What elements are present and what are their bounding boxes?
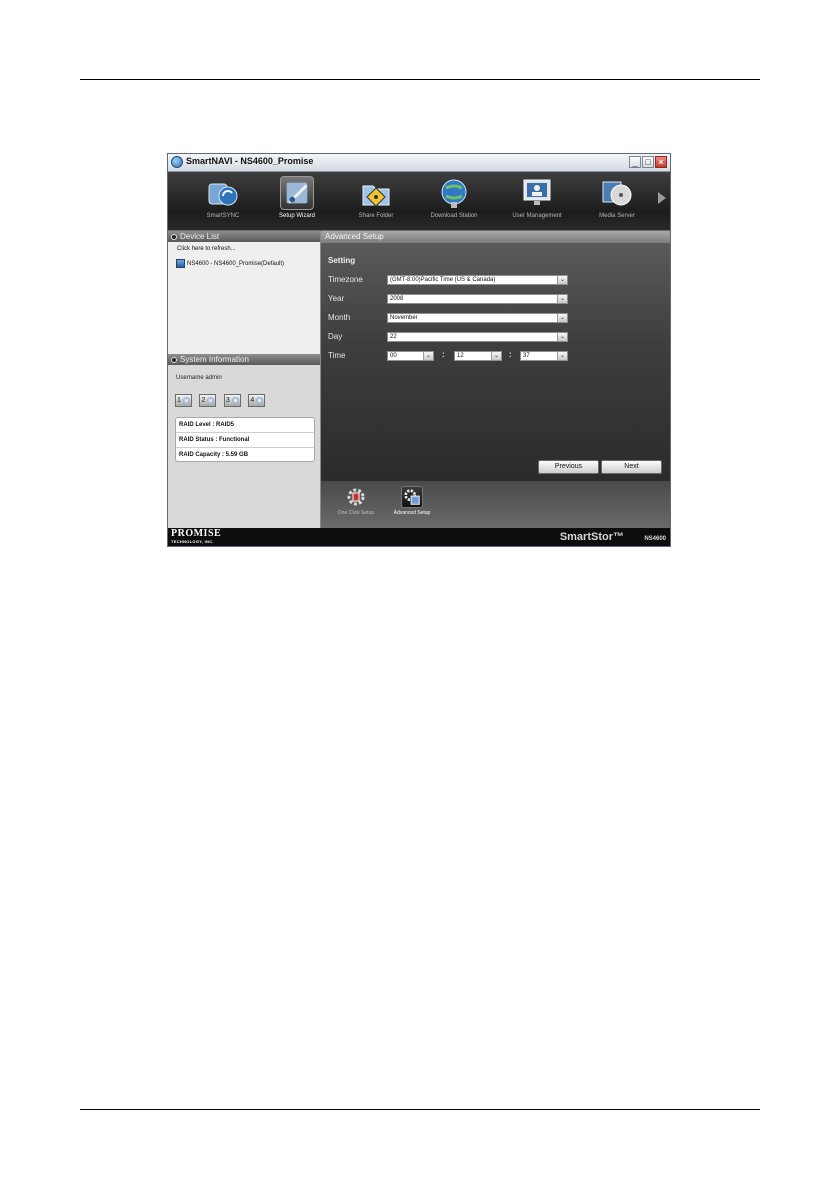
product-name: SmartStor™	[559, 531, 624, 543]
chevron-down-icon[interactable]: ⌄	[491, 352, 501, 360]
maximize-button[interactable]: □	[642, 156, 654, 168]
smartnavi-window: SmartNAVI - NS4600_Promise _ □ × SmartSY…	[167, 153, 671, 547]
app-logo-icon	[171, 156, 183, 168]
disk-status-group: 1 2 3 4	[175, 389, 268, 407]
refresh-link[interactable]: Click here to refresh...	[177, 246, 236, 252]
disk-2-icon: 2	[199, 394, 217, 407]
month-label: Month	[328, 313, 351, 322]
model-name: NS4600	[644, 536, 666, 542]
footer-bar: PROMISE TECHNOLOGY, INC. SmartStor™ NS46…	[168, 528, 670, 546]
toolbar-label: Download Station	[430, 213, 478, 219]
tab-label: Advanced Setup	[393, 510, 431, 516]
chevron-down-icon[interactable]: ⌄	[557, 333, 567, 341]
time-separator: :	[509, 350, 512, 359]
year-label: Year	[328, 294, 345, 303]
promise-logo-subtitle: TECHNOLOGY, INC.	[171, 539, 214, 544]
timezone-label: Timezone	[328, 275, 363, 284]
chevron-down-icon[interactable]: ⌄	[423, 352, 433, 360]
close-button[interactable]: ×	[655, 156, 667, 168]
timezone-select[interactable]: (GMT-8:00)Pacific Time (US & Canada) ⌄	[387, 275, 568, 285]
previous-button[interactable]: Previous	[538, 460, 599, 474]
system-info-panel: Username admin 1 2 3 4 RAID Level : RAID…	[168, 365, 320, 528]
setup-mode-tabs: One Click Setup Advanced Setup	[321, 481, 670, 528]
window-title: SmartNAVI - NS4600_Promise	[186, 156, 314, 166]
raid-level: RAID Level : RAID5	[176, 418, 314, 433]
tab-label: One Click Setup	[337, 510, 375, 516]
chevron-down-icon[interactable]: ⌄	[557, 352, 567, 360]
disk-1-icon: 1	[175, 394, 192, 407]
raid-info-box: RAID Level : RAID5 RAID Status : Functio…	[175, 417, 315, 462]
user-monitor-icon	[523, 179, 551, 205]
toolbar-label: User Management	[512, 213, 562, 219]
toolbar-label: Media Server	[599, 213, 635, 219]
chevron-down-icon[interactable]: ⌄	[557, 295, 567, 303]
chevron-down-icon[interactable]: ⌄	[557, 314, 567, 322]
collapse-icon	[171, 357, 177, 363]
page-footer-rule	[80, 1109, 760, 1110]
left-panel: Device List Click here to refresh... NS4…	[168, 231, 321, 528]
advanced-setup-panel: Advanced Setup Setting Timezone (GMT-8:0…	[321, 231, 670, 481]
toolbar-download-station[interactable]: Download Station	[417, 172, 491, 230]
minute-select[interactable]: 12 ⌄	[454, 351, 502, 361]
title-bar[interactable]: SmartNAVI - NS4600_Promise _ □ ×	[168, 154, 670, 172]
time-separator: :	[442, 350, 445, 359]
raid-status: RAID Status : Functional	[176, 433, 314, 448]
hour-select[interactable]: 00 ⌄	[387, 351, 434, 361]
system-info-header[interactable]: System Information	[168, 354, 320, 365]
chevron-down-icon[interactable]: ⌄	[557, 276, 567, 284]
share-folder-icon	[362, 185, 390, 207]
username-label: Username admin	[176, 375, 222, 381]
minimize-button[interactable]: _	[629, 156, 641, 168]
toolbar-label: SmartSYNC	[206, 213, 240, 219]
toolbar-smartsync[interactable]: SmartSYNC	[186, 172, 260, 230]
toolbar-label: Setup Wizard	[278, 213, 315, 219]
next-button[interactable]: Next	[601, 460, 662, 474]
device-list-header[interactable]: Device List	[168, 231, 320, 242]
toolbar-label: Share Folder	[358, 213, 394, 219]
day-label: Day	[328, 332, 343, 341]
panel-title: Advanced Setup	[321, 231, 670, 243]
toolbar-share-folder[interactable]: Share Folder	[339, 172, 413, 230]
wizard-icon	[280, 176, 314, 210]
media-disc-icon	[602, 181, 632, 206]
year-select[interactable]: 2008 ⌄	[387, 294, 568, 304]
nas-device-icon	[176, 258, 185, 268]
main-toolbar: SmartSYNC Setup Wizard Share Folder Down…	[168, 172, 670, 230]
section-title: Setting	[328, 256, 356, 265]
time-label: Time	[328, 351, 346, 360]
tab-advanced-setup[interactable]: Advanced Setup	[390, 484, 434, 526]
tab-one-click-setup[interactable]: One Click Setup	[334, 484, 378, 526]
disk-4-icon: 4	[248, 394, 266, 407]
toolbar-user-management[interactable]: User Management	[500, 172, 574, 230]
one-click-gear-icon	[347, 488, 365, 506]
toolbar-media-server[interactable]: Media Server	[580, 172, 654, 230]
second-select[interactable]: 37 ⌄	[520, 351, 568, 361]
advanced-gear-icon	[401, 486, 423, 508]
device-item[interactable]: NS4600 - NS4600_Promise(Default)	[176, 258, 284, 270]
month-select[interactable]: November ⌄	[387, 313, 568, 323]
device-list: Click here to refresh... NS4600 - NS4600…	[168, 242, 320, 355]
collapse-icon	[171, 234, 177, 240]
globe-download-icon	[441, 179, 467, 208]
page-header-rule	[80, 79, 760, 80]
raid-capacity: RAID Capacity : 5.59 GB	[179, 452, 249, 458]
toolbar-setup-wizard[interactable]: Setup Wizard	[260, 172, 334, 230]
promise-logo: PROMISE	[171, 528, 222, 539]
disk-3-icon: 3	[223, 394, 241, 407]
toolbar-scroll-right-icon[interactable]	[658, 192, 666, 204]
day-select[interactable]: 22 ⌄	[387, 332, 568, 342]
sync-icon	[208, 183, 238, 206]
